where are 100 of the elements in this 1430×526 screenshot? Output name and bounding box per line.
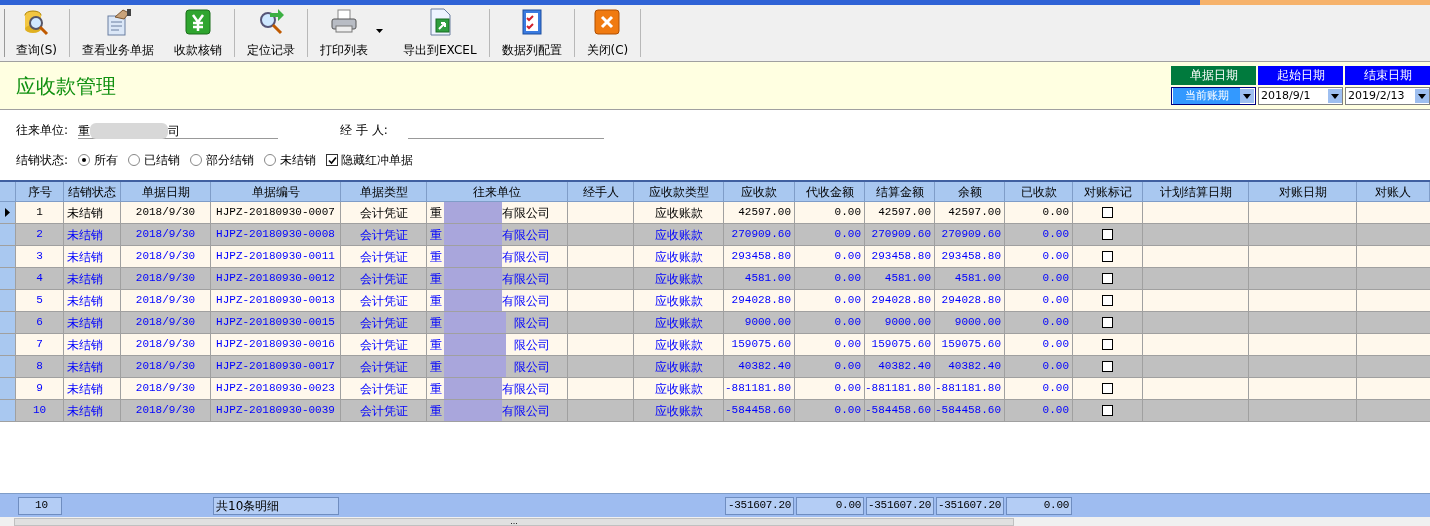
radio-option[interactable]: 部分结销 — [190, 151, 255, 169]
table-row[interactable]: 6 未结销 2018/9/30 HJPZ-20180930-0015 会计凭证 重 限公司 应收账款 9000.00 0.00 9000.00 9000.00 0.00 — [0, 312, 1430, 334]
table-cell-text: 限公司 — [514, 336, 550, 354]
table-row[interactable]: 8 未结销 2018/9/30 HJPZ-20180930-0017 会计凭证 重 限公司 应收账款 40382.40 0.00 40382.40 40382.40 0.00 — [0, 356, 1430, 378]
table-row[interactable]: 3 未结销 2018/9/30 HJPZ-20180930-0011 会计凭证 重 有限公司 应收账款 293458.80 0.00 293458.80 293458.80 0.00 — [0, 246, 1430, 268]
checkbox-option[interactable]: 隐藏红冲单据 — [326, 151, 414, 169]
checkbox[interactable] — [1102, 339, 1113, 350]
toolbar-button[interactable]: 查看业务单据 — [72, 5, 164, 61]
table-cell-text: 重 — [430, 226, 442, 244]
column-header[interactable]: 单据编号 — [211, 182, 341, 202]
column-header[interactable]: 结销状态 — [64, 182, 121, 202]
column-header[interactable]: 对账人 — [1357, 182, 1430, 202]
summary-count: 10 — [18, 496, 62, 515]
blurred-text — [444, 356, 506, 377]
column-header[interactable]: 已收款 — [1005, 182, 1073, 202]
column-header[interactable]: 单据日期 — [121, 182, 211, 202]
table-cell-text: 重 — [430, 314, 442, 332]
table-cell: 应收账款 — [634, 400, 724, 422]
horizontal-scrollbar[interactable]: ... — [0, 517, 1430, 526]
checkbox[interactable] — [1102, 383, 1113, 394]
table-cell-text: 重 — [430, 204, 442, 222]
table-cell-text: 重 — [430, 270, 442, 288]
table-cell-text: 有限公司 — [502, 292, 550, 310]
toolbar-button[interactable]: 收款核销 — [164, 5, 232, 61]
column-header[interactable]: 代收金额 — [795, 182, 865, 202]
caret-icon[interactable] — [376, 29, 383, 33]
table-cell-text: 重 — [430, 292, 442, 310]
row-header[interactable] — [0, 202, 16, 224]
table-row[interactable]: 7 未结销 2018/9/30 HJPZ-20180930-0016 会计凭证 重 限公司 应收账款 159075.60 0.00 159075.60 159075.60 0.00 — [0, 334, 1430, 356]
close-icon — [592, 7, 623, 37]
column-header[interactable]: 余额 — [935, 182, 1005, 202]
toolbar-button[interactable]: 查询(S) — [6, 5, 67, 61]
corner-header — [0, 182, 16, 202]
checkbox[interactable] — [1102, 229, 1113, 240]
column-header[interactable]: 应收款类型 — [634, 182, 724, 202]
checkbox[interactable] — [1102, 207, 1113, 218]
checkbox[interactable] — [326, 154, 339, 166]
toolbar-button[interactable]: 打印列表 — [310, 5, 393, 61]
column-header[interactable]: 对账日期 — [1249, 182, 1357, 202]
blurred-text — [444, 290, 502, 311]
table-row[interactable]: 5 未结销 2018/9/30 HJPZ-20180930-0013 会计凭证 重 有限公司 应收账款 294028.80 0.00 294028.80 294028.80 0.00 — [0, 290, 1430, 312]
summary-total: -351607.20 — [725, 496, 794, 515]
blurred-text — [444, 268, 502, 289]
table-cell-text: 重 — [430, 402, 442, 420]
date-filter-label: 结束日期 — [1345, 66, 1430, 85]
radio-button[interactable] — [190, 154, 203, 166]
date-dropdown[interactable]: 2018/9/1 — [1258, 87, 1343, 105]
table-cell: 未结销 — [64, 400, 121, 422]
table-cell — [568, 400, 634, 422]
toolbar-button[interactable]: 关闭(C) — [576, 5, 639, 61]
checkbox[interactable] — [1102, 317, 1113, 328]
radio-option[interactable]: 已结销 — [128, 151, 181, 169]
table-row[interactable]: 9 未结销 2018/9/30 HJPZ-20180930-0023 会计凭证 重 有限公司 应收账款 -881181.80 0.00 -881181.80 -881181.80 0.00 — [0, 378, 1430, 400]
column-header[interactable]: 序号 — [16, 182, 64, 202]
column-header[interactable]: 单据类型 — [341, 182, 427, 202]
table-row[interactable]: 2 未结销 2018/9/30 HJPZ-20180930-0008 会计凭证 重 有限公司 应收账款 270909.60 0.00 270909.60 270909.60 0.00 — [0, 224, 1430, 246]
scrollbar-thumb[interactable]: ... — [14, 517, 1014, 526]
toolbar-button[interactable]: 定位记录 — [237, 5, 305, 61]
date-filter-label: 起始日期 — [1258, 66, 1343, 85]
table-row[interactable]: 10 未结销 2018/9/30 HJPZ-20180930-0039 会计凭证 重 有限公司 应收账款 -584458.60 0.00 -584458.60 -584458.60 0.00 — [0, 400, 1430, 422]
page-title: 应收款管理 — [16, 72, 116, 100]
table-cell-text: 重 — [430, 358, 442, 376]
radio-option[interactable]: 所有 — [78, 151, 119, 169]
toolbar-button[interactable]: 数据列配置 — [491, 5, 572, 61]
table-cell-text: 有限公司 — [502, 270, 550, 288]
column-header[interactable]: 经手人 — [568, 182, 634, 202]
summary-total: 0.00 — [1006, 496, 1072, 515]
radio-option[interactable]: 未结销 — [264, 151, 317, 169]
table-cell-text: 限公司 — [514, 314, 550, 332]
table-row[interactable]: 1 未结销 2018/9/30 HJPZ-20180930-0007 会计凭证 重 有限公司 应收账款 42597.00 0.00 42597.00 42597.00 0.00 — [0, 202, 1430, 224]
summary-total: -351607.20 — [866, 496, 934, 515]
field-label: 结销状态: — [16, 152, 69, 169]
checkbox[interactable] — [1102, 273, 1113, 284]
table-cell: -584458.60 — [935, 400, 1005, 422]
toolbar-button[interactable]: 导出到EXCEL — [393, 5, 487, 61]
checkbox[interactable] — [1102, 251, 1113, 262]
blurred-text — [444, 400, 502, 421]
radio-button[interactable] — [78, 154, 91, 166]
table-cell: HJPZ-20180930-0039 — [211, 400, 341, 422]
summary-text: 共10条明细 — [213, 496, 339, 515]
checkbox[interactable] — [1102, 295, 1113, 306]
field-label: 经 手 人: — [340, 122, 389, 139]
radio-button[interactable] — [128, 154, 141, 166]
radio-button[interactable] — [264, 154, 277, 166]
table-cell-text: 有限公司 — [502, 204, 550, 222]
checkbox[interactable] — [1102, 405, 1113, 416]
column-header[interactable]: 计划结算日期 — [1143, 182, 1249, 202]
table-row[interactable]: 4 未结销 2018/9/30 HJPZ-20180930-0012 会计凭证 重 有限公司 应收账款 4581.00 0.00 4581.00 4581.00 0.00 — [0, 268, 1430, 290]
column-header[interactable]: 应收款 — [724, 182, 795, 202]
column-header[interactable]: 往来单位 — [427, 182, 568, 202]
table-cell: 0.00 — [795, 400, 865, 422]
checkbox[interactable] — [1102, 361, 1113, 372]
column-header[interactable]: 对账标记 — [1073, 182, 1143, 202]
table-cell-text: 有限公司 — [502, 402, 550, 420]
date-dropdown[interactable]: 2019/2/13 — [1345, 87, 1430, 105]
blurred-text — [444, 312, 506, 333]
column-header[interactable]: 结算金额 — [865, 182, 935, 202]
table-cell: 10 — [16, 400, 64, 422]
table-cell-text: 重 — [430, 380, 442, 398]
partner-field[interactable]: 重 司 — [78, 123, 278, 139]
